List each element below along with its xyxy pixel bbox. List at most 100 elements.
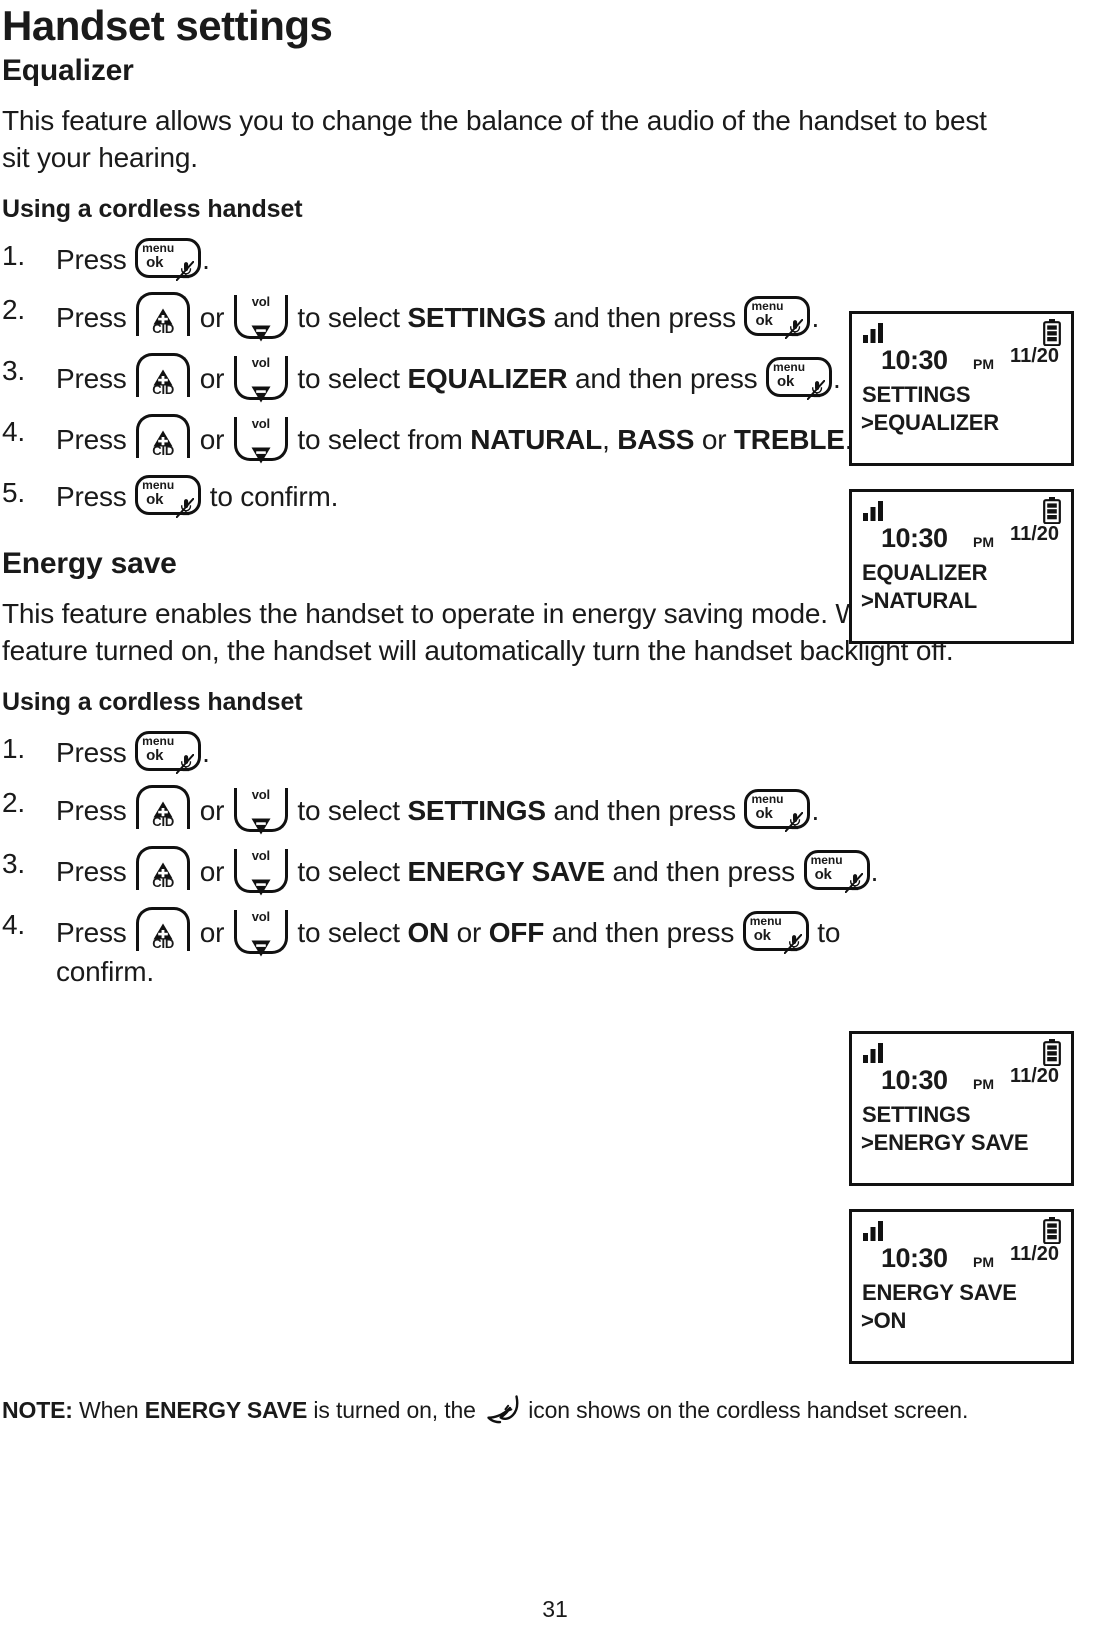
step-emphasis: NATURAL (470, 423, 603, 455)
mute-mic-icon (806, 373, 826, 401)
page-number: 31 (542, 1596, 568, 1622)
menu-ok-key-bottom-label: ok (146, 490, 164, 508)
step-text: Press (56, 423, 135, 455)
step-number: 1. (2, 732, 25, 764)
cid-up-key[interactable]: CID (136, 352, 191, 397)
menu-ok-key[interactable]: menu ok (742, 911, 809, 955)
vol-down-key[interactable]: vol (233, 849, 288, 896)
step-item: 1. Press menu ok. (0, 237, 896, 281)
step-text: or (449, 917, 489, 949)
screen-menu-selection: >ON (861, 1308, 907, 1333)
up-triangle-icon (153, 359, 173, 386)
vol-down-key[interactable]: vol (233, 355, 288, 403)
step-emphasis: SETTINGS (407, 301, 546, 333)
down-triangle-icon (251, 808, 271, 835)
step-number: 3. (2, 354, 25, 386)
step-number: 2. (2, 293, 25, 325)
step-item: 1. Press menu ok. (0, 730, 896, 774)
vol-down-key[interactable]: vol (233, 294, 288, 342)
step-item: 2. Press CID or vol to select SETTINGS an… (0, 785, 896, 835)
step-emphasis: TREBLE (733, 423, 845, 455)
step-text: . (870, 856, 879, 888)
manual-page: Handset settings Equalizer This feature … (0, 0, 1110, 1629)
menu-ok-key-top-label: menu (751, 298, 784, 313)
note-block: NOTE: When ENERGY SAVE is turned on, the… (2, 1395, 1062, 1426)
signal-bars-icon (863, 1043, 889, 1063)
cid-up-key-label: CID (152, 814, 175, 830)
step-number: 4. (2, 909, 25, 941)
note-emphasis: ENERGY SAVE (144, 1397, 308, 1423)
step-item: 5. Press menu ok to confirm. (0, 474, 896, 519)
step-text: Press (56, 856, 135, 888)
menu-ok-key[interactable]: menu ok (766, 356, 833, 401)
section-intro-equalizer: This feature allows you to change the ba… (2, 104, 987, 173)
step-text: or (192, 423, 232, 455)
step-text: to select (289, 301, 408, 333)
step-item: 2. Press CID or vol to select SETTINGS an… (0, 291, 896, 342)
step-text: to select (289, 917, 408, 949)
step-text: . (811, 795, 820, 827)
step-text: . (202, 736, 210, 768)
step-text: or (192, 301, 232, 333)
cid-up-key[interactable]: CID (136, 413, 191, 458)
step-text: to select from (289, 423, 471, 455)
menu-ok-key-bottom-label: ok (146, 253, 164, 271)
note-text-mid: is turned on, the (307, 1397, 483, 1423)
subheading-equalizer: Using a cordless handset (2, 194, 303, 223)
vol-down-key[interactable]: vol (233, 910, 288, 957)
cid-up-key-label: CID (152, 381, 175, 397)
section-intro-energy-save: This feature enables the handset to oper… (2, 597, 954, 666)
handset-screen-energysave-on: 10:30 PM 11/20 ENERGY SAVE >ON (849, 1209, 1074, 1364)
step-text: or (192, 362, 232, 394)
mute-mic-icon (844, 866, 863, 894)
screen-date: 11/20 (1010, 523, 1059, 545)
down-triangle-icon (251, 869, 271, 896)
menu-ok-key[interactable]: menu ok (135, 474, 202, 519)
vol-down-key[interactable]: vol (233, 416, 288, 464)
cid-up-key-label: CID (152, 320, 175, 336)
menu-ok-key[interactable]: menu ok (803, 850, 870, 894)
screen-ampm: PM (973, 534, 994, 550)
screen-date: 11/20 (1010, 1243, 1059, 1265)
note-text-before: When (72, 1397, 145, 1423)
cid-up-key[interactable]: CID (136, 846, 191, 891)
step-text: or (694, 423, 734, 455)
step-emphasis: EQUALIZER (407, 362, 568, 394)
handset-screen-settings-energysave: 10:30 PM 11/20 SETTINGS >ENERGY SAVE (849, 1031, 1074, 1186)
menu-ok-key[interactable]: menu ok (744, 295, 811, 340)
vol-down-key-label: vol (251, 787, 270, 803)
cid-up-key[interactable]: CID (136, 907, 191, 952)
screen-ampm: PM (973, 1076, 994, 1092)
menu-ok-key-top-label: menu (810, 853, 843, 868)
step-text: to confirm. (202, 480, 339, 512)
step-text: to select (289, 795, 408, 827)
battery-icon (1043, 1039, 1061, 1067)
screen-menu-title: SETTINGS (862, 382, 971, 407)
cid-up-key[interactable]: CID (136, 291, 191, 336)
mute-mic-icon (785, 805, 804, 833)
mute-mic-icon (783, 927, 802, 955)
cid-up-key[interactable]: CID (136, 785, 191, 830)
screen-menu-selection: >NATURAL (861, 588, 977, 613)
note-label: NOTE: (2, 1397, 73, 1423)
menu-ok-key-top-label: menu (142, 733, 175, 748)
handset-screen-equalizer-natural: 10:30 PM 11/20 EQUALIZER >NATURAL (849, 489, 1074, 644)
step-text: or (192, 795, 232, 827)
step-number: 4. (2, 415, 25, 447)
menu-ok-key[interactable]: menu ok (744, 789, 811, 833)
vol-down-key[interactable]: vol (233, 787, 288, 835)
step-item: 4. Press CID or vol to select from NATURA… (0, 413, 896, 464)
menu-ok-key[interactable]: menu ok (135, 237, 202, 281)
step-text: Press (56, 243, 135, 275)
step-text: . (202, 243, 210, 275)
step-text: . (811, 301, 820, 333)
up-triangle-icon (153, 420, 173, 447)
screen-time: 10:30 (881, 523, 948, 553)
step-number: 1. (2, 239, 25, 271)
screen-time-row: 10:30 PM 11/20 (852, 345, 1071, 382)
step-emphasis: ENERGY SAVE (407, 856, 605, 888)
screen-status-bar (852, 492, 1071, 525)
menu-ok-key[interactable]: menu ok (135, 730, 202, 774)
page-title: Handset settings (2, 2, 333, 49)
step-text: and then press (544, 917, 742, 949)
